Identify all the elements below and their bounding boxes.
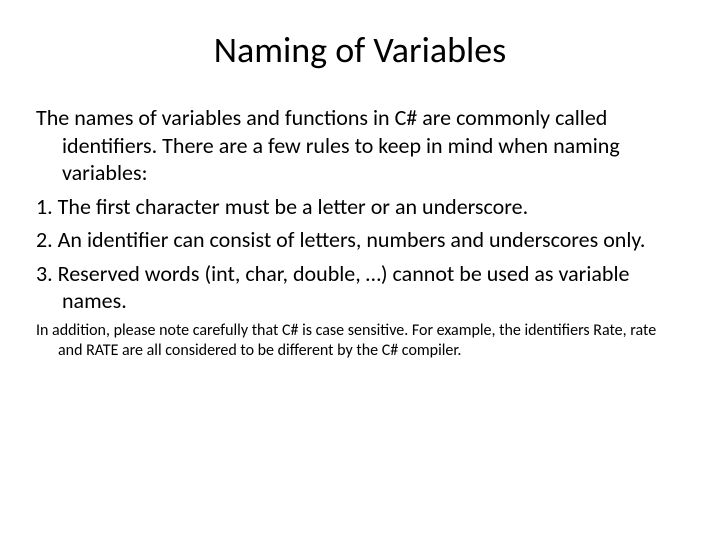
intro-paragraph: The names of variables and functions in … <box>36 104 684 187</box>
rule-item-3: 3. Reserved words (int, char, double, …)… <box>36 260 684 315</box>
rule-item-1: 1. The first character must be a letter … <box>36 193 684 221</box>
slide-title: Naming of Variables <box>36 28 684 72</box>
note-paragraph: In addition, please note carefully that … <box>36 321 684 361</box>
rule-item-2: 2. An identifier can consist of letters,… <box>36 226 684 254</box>
